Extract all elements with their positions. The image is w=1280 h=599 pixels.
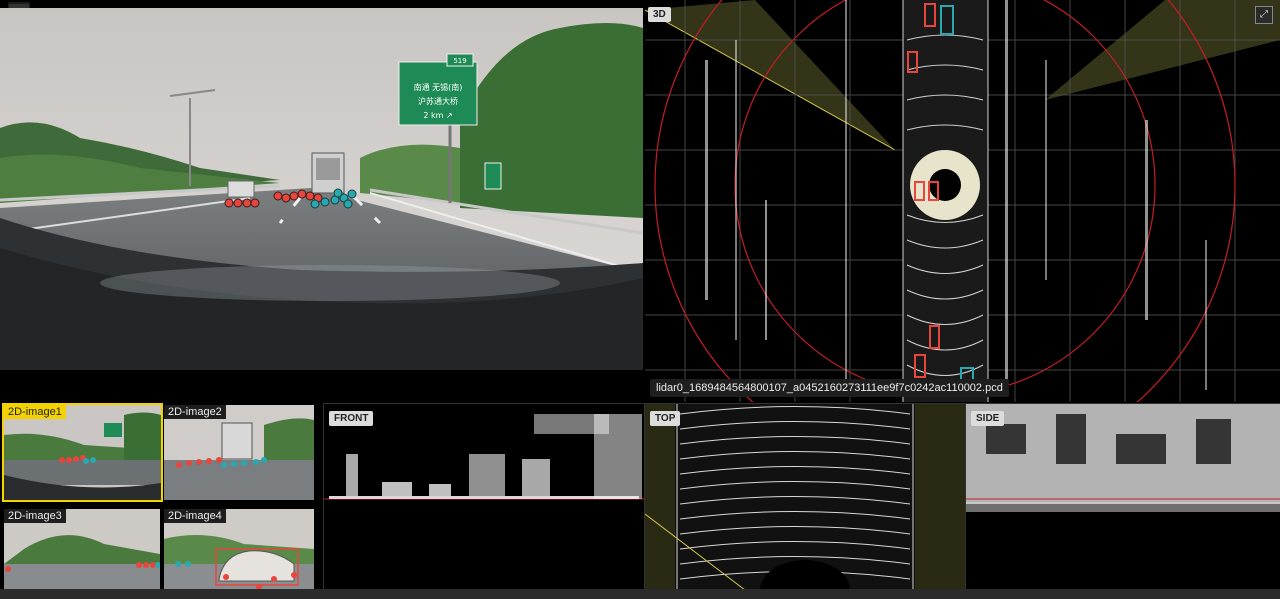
thumbnail-2d-image4[interactable]: 2D-image4 [164, 509, 314, 589]
sign-line3: 2 km ↗ [423, 111, 452, 120]
view-tag-side: SIDE [971, 411, 1005, 426]
thumbnail-2d-image1[interactable]: 2D-image1 [2, 403, 163, 502]
thumbnail-2d-image2[interactable]: 2D-image2 [164, 405, 314, 500]
lidar-3d-view[interactable]: 3D [645, 0, 1280, 402]
point-cloud-filename: lidar0_1689484564800107_a0452160273111ee… [650, 379, 1009, 397]
expand-icon[interactable]: ⤢ [1255, 6, 1273, 24]
status-bar [0, 589, 1280, 599]
thumbnail-label: 2D-image3 [4, 509, 66, 523]
top-view-panel[interactable]: TOP [644, 403, 965, 590]
sign-line2: 沪苏通大桥 [418, 96, 458, 106]
side-view-panel[interactable]: SIDE [965, 403, 1280, 590]
sign-route: 519 [453, 57, 466, 65]
highway-sign: 519 南通 无锡(南) 沪苏通大桥 2 km ↗ [398, 53, 478, 126]
front-view-panel[interactable]: FRONT [323, 403, 644, 590]
view-tag-front: FRONT [329, 411, 374, 426]
view-tag-top: TOP [650, 411, 681, 426]
sign-line1: 南通 无锡(南) [414, 82, 463, 92]
thumbnail-label: 2D-image2 [164, 405, 226, 419]
thumbnail-label: 2D-image1 [4, 405, 66, 419]
view-tag-3d: 3D [648, 7, 671, 22]
thumbnail-2d-image3[interactable]: 2D-image3 [4, 509, 160, 589]
thumbnail-label: 2D-image4 [164, 509, 226, 523]
main-camera-view[interactable]: 519 南通 无锡(南) 沪苏通大桥 2 km ↗ [0, 8, 643, 370]
